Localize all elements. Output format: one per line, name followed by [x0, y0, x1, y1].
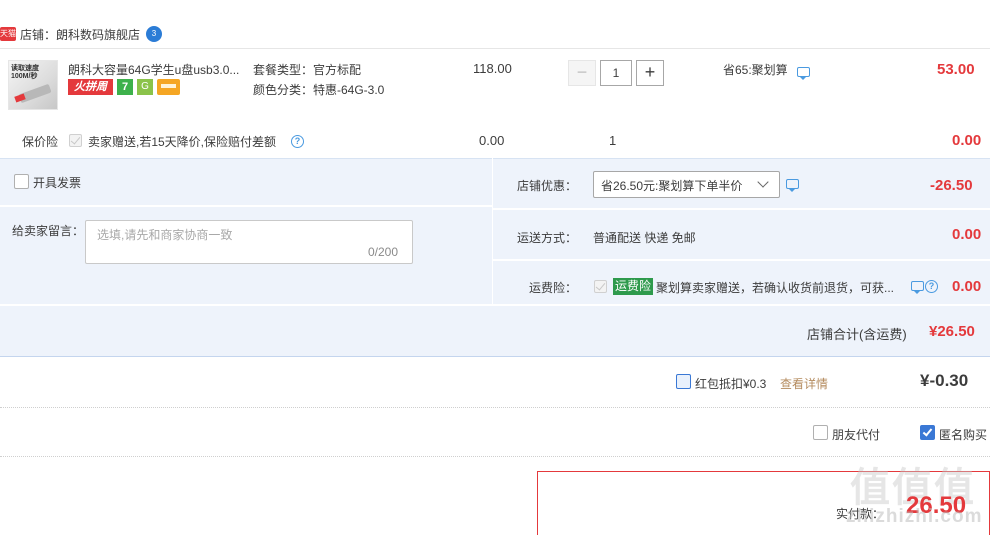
discount-comment-icon[interactable] — [786, 179, 799, 192]
anonymous-checkbox[interactable] — [920, 425, 935, 440]
red-packet-value: ¥-0.30 — [920, 371, 969, 390]
shop-discount-selected: 省26.50元:聚划算下单半价 — [601, 179, 743, 193]
price-insurance-qty: 1 — [609, 133, 617, 148]
seven-day-return-icon: 7 — [117, 79, 133, 95]
friend-pay-checkbox[interactable] — [813, 425, 828, 440]
quantity-increase-button[interactable]: + — [636, 60, 664, 86]
panel-divider — [0, 205, 492, 207]
shipping-insurance-tag: 运费险 — [613, 278, 654, 295]
shipping-insurance-value: 0.00 — [952, 278, 982, 295]
shipping-insurance-desc: 聚划算卖家赠送，若确认收货前退货，可获... — [656, 281, 895, 295]
price-insurance-total: 0.00 — [952, 132, 982, 149]
price-insurance-label: 保价险 — [22, 135, 59, 149]
item-promo: 省65:聚划算 — [723, 63, 788, 77]
product-title[interactable]: 朗科大容量64G学生u盘usb3.0... — [68, 61, 248, 78]
friend-pay-label[interactable]: 朋友代付 — [832, 426, 880, 443]
divider — [0, 48, 990, 49]
message-label: 给卖家留言： — [12, 224, 85, 238]
promo-comment-icon[interactable] — [797, 67, 810, 80]
unit-price: 118.00 — [473, 61, 512, 76]
thumb-speed-text: 读取速度 100M/秒 — [11, 65, 39, 80]
shipping-insurance-label: 运费险： — [529, 281, 578, 295]
tmall-icon: 天猫 — [0, 27, 16, 41]
product-thumbnail[interactable]: 读取速度 100M/秒 — [8, 60, 58, 110]
wangwang-chat-icon[interactable]: 3 — [146, 26, 162, 42]
panel-divider — [492, 158, 493, 305]
item-total: 53.00 — [937, 61, 975, 78]
price-insurance-price: 0.00 — [479, 133, 505, 148]
invoice-label[interactable]: 开具发票 — [33, 174, 81, 191]
shipping-value: 0.00 — [952, 226, 982, 243]
shop-name[interactable]: 店铺：朗科数码旗舰店 — [20, 26, 140, 43]
invoice-checkbox[interactable] — [14, 174, 29, 189]
red-packet-checkbox[interactable] — [676, 374, 691, 389]
sku-color: 颜色分类：特惠-64G-3.0 — [253, 83, 385, 97]
panel-divider — [493, 259, 990, 261]
panel-divider — [493, 208, 990, 210]
red-packet-details-link[interactable]: 查看详情 — [780, 375, 828, 392]
quantity-decrease-button[interactable]: − — [568, 60, 596, 86]
price-insurance-checkbox[interactable] — [69, 134, 82, 147]
shop-total-label: 店铺合计(含运费) — [807, 327, 907, 342]
shop-discount-value: -26.50 — [930, 177, 973, 194]
quantity-input[interactable]: 1 — [600, 60, 632, 86]
price-insurance-desc: 卖家赠送,若15天降价,保险赔付差额 — [88, 135, 277, 149]
divider — [0, 407, 990, 408]
huopinzhou-badge: 火拼周 — [68, 79, 113, 95]
message-char-count: 0/200 — [368, 245, 399, 259]
divider — [0, 456, 990, 457]
help-icon[interactable]: ? — [925, 280, 938, 293]
watermark-site: zhizhizhi.com — [846, 506, 983, 527]
anonymous-label[interactable]: 匿名购买 — [939, 426, 987, 443]
credit-card-icon — [157, 79, 180, 95]
sku-package-type: 套餐类型：官方标配 — [253, 63, 362, 77]
shipping-label: 运送方式： — [517, 231, 578, 245]
shop-total-value: ¥26.50 — [929, 323, 975, 340]
insurance-comment-icon[interactable] — [911, 281, 924, 294]
message-placeholder: 选填,请先和商家协商一致 — [97, 228, 233, 242]
red-packet-label[interactable]: 红包抵扣¥0.3 — [695, 375, 766, 392]
shop-discount-label: 店铺优惠： — [517, 179, 578, 193]
help-icon[interactable]: ? — [291, 135, 304, 148]
shipping-insurance-checkbox[interactable] — [594, 280, 607, 293]
panel-divider — [0, 304, 990, 306]
guarantee-icon: G — [137, 79, 153, 95]
shipping-method: 普通配送 快递 免邮 — [593, 231, 696, 245]
